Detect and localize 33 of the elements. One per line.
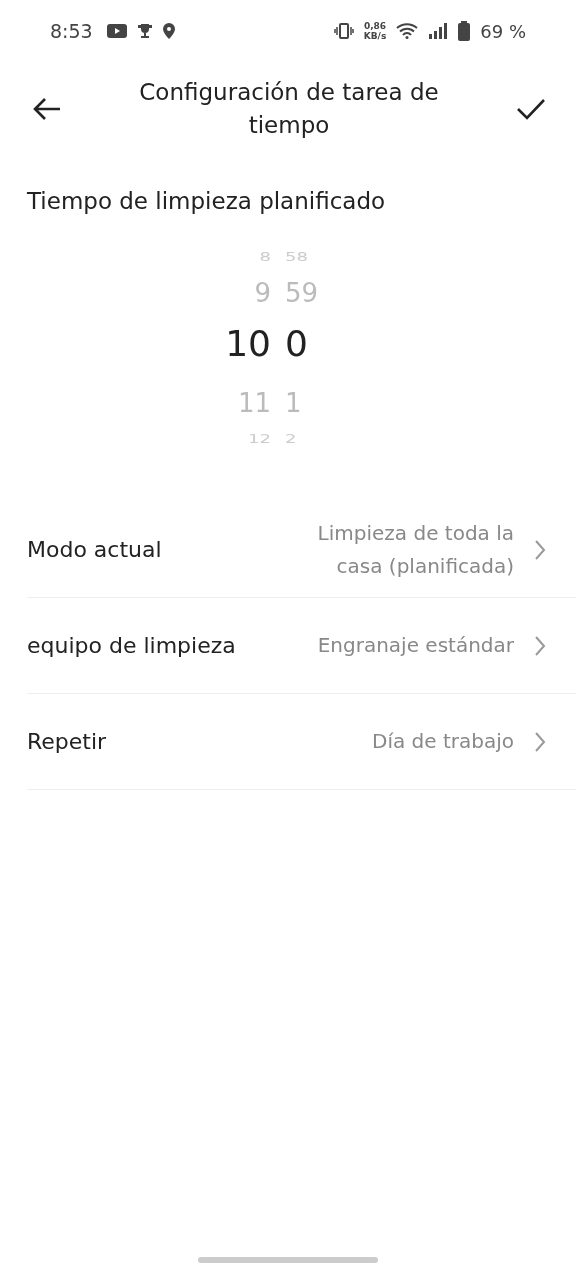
section-title: Tiempo de limpieza planificado (26, 187, 387, 214)
vibrate-icon (333, 23, 354, 39)
minute-option[interactable]: 0 (285, 326, 308, 362)
trophy-icon (136, 23, 153, 39)
settings-row[interactable]: Modo actual Limpieza de toda la casa (planificada) (27, 502, 576, 598)
setting-label: Repetir (27, 729, 108, 754)
speed-value: 0,86 (363, 21, 387, 31)
hour-option[interactable]: 9 (254, 280, 271, 306)
chevron-right-icon (534, 730, 546, 753)
battery-icon (458, 21, 471, 41)
setting-value: Limpieza de toda la casa (planificada) (316, 519, 514, 580)
hour-option[interactable]: 11 (237, 390, 271, 416)
battery-level: 69 % (480, 20, 526, 42)
setting-value: Engranaje estándar (317, 632, 514, 659)
setting-label: equipo de limpieza (27, 633, 237, 658)
minute-option[interactable]: 1 (285, 390, 302, 416)
wifi-icon (396, 23, 419, 39)
page-title: Configuración de tarea de tiempo (138, 78, 440, 140)
minute-option[interactable]: 59 (285, 280, 319, 306)
setting-value: Día de trabajo (372, 728, 514, 755)
setting-label: Modo actual (27, 537, 163, 562)
signal-icon (428, 23, 449, 39)
back-arrow-icon[interactable] (32, 97, 62, 121)
settings-row[interactable]: equipo de limpieza Engranaje estándar (27, 598, 576, 694)
checkmark-icon[interactable] (516, 97, 546, 121)
video-icon (106, 24, 127, 38)
chevron-right-icon (534, 634, 546, 657)
location-icon (162, 23, 175, 39)
status-time: 8:53 (50, 20, 93, 42)
chevron-right-icon (534, 538, 546, 561)
speed-unit: KB/s (363, 31, 387, 41)
settings-row[interactable]: Repetir Día de trabajo (27, 694, 576, 790)
hour-option[interactable]: 10 (225, 326, 271, 362)
